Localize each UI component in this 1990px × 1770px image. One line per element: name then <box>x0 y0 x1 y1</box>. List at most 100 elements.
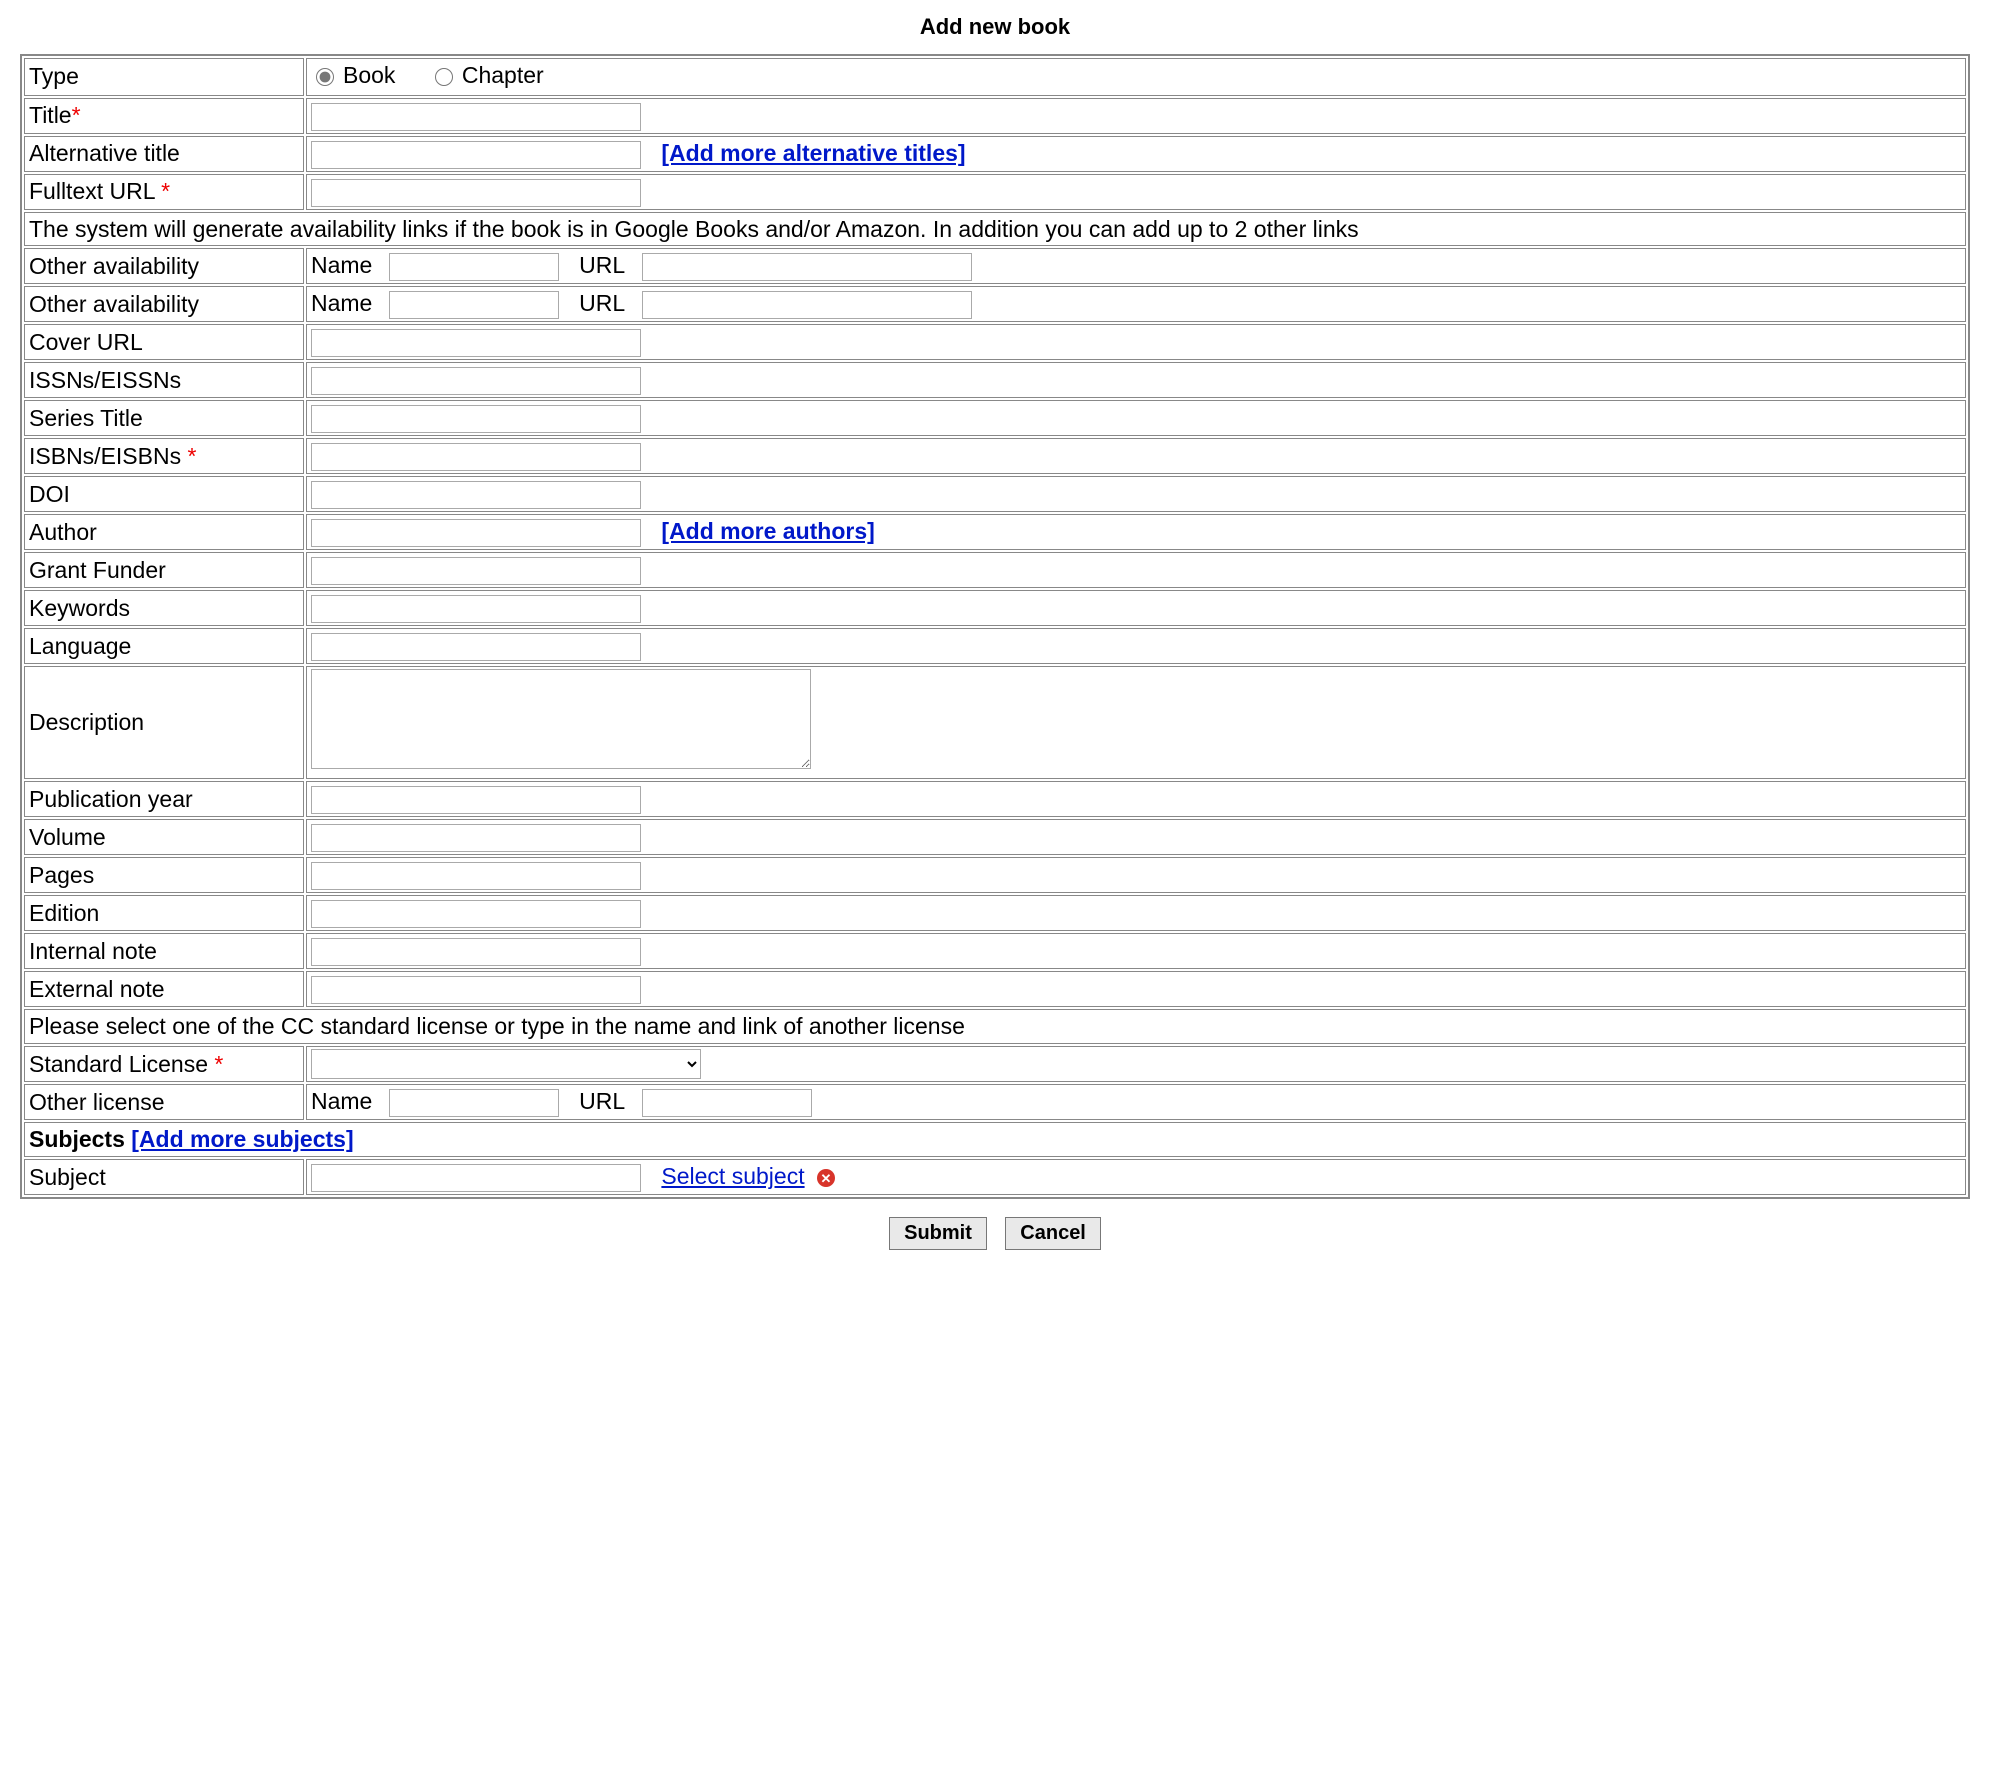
add-book-form-table: Type Book Chapter Title* Alternative tit… <box>20 54 1970 1199</box>
label-standard-license-text: Standard License <box>29 1051 208 1077</box>
select-subject-link[interactable]: Select subject <box>661 1163 804 1189</box>
label-name: Name <box>311 290 372 316</box>
cancel-button[interactable]: Cancel <box>1005 1217 1101 1250</box>
standard-license-select[interactable] <box>311 1049 701 1079</box>
cell-subject: Select subject ✕ <box>306 1159 1966 1195</box>
cell-keywords <box>306 590 1966 626</box>
title-input[interactable] <box>311 103 641 131</box>
series-title-input[interactable] <box>311 405 641 433</box>
submit-button[interactable]: Submit <box>889 1217 987 1250</box>
cell-title <box>306 98 1966 134</box>
cell-volume <box>306 819 1966 855</box>
type-radio-chapter[interactable] <box>435 68 453 86</box>
other-license-url-input[interactable] <box>642 1089 812 1117</box>
alt-title-input[interactable] <box>311 141 641 169</box>
description-textarea[interactable] <box>311 669 811 769</box>
cell-grant-funder <box>306 552 1966 588</box>
label-edition: Edition <box>24 895 304 931</box>
label-pub-year: Publication year <box>24 781 304 817</box>
add-authors-link[interactable]: [Add more authors] <box>661 518 874 544</box>
label-title-text: Title <box>29 102 72 128</box>
label-subject: Subject <box>24 1159 304 1195</box>
label-author: Author <box>24 514 304 550</box>
author-input[interactable] <box>311 519 641 547</box>
label-name: Name <box>311 1088 372 1114</box>
label-issns: ISSNs/EISSNs <box>24 362 304 398</box>
cell-language <box>306 628 1966 664</box>
grant-funder-input[interactable] <box>311 557 641 585</box>
label-keywords: Keywords <box>24 590 304 626</box>
label-series-title: Series Title <box>24 400 304 436</box>
label-fulltext-url-text: Fulltext URL <box>29 178 155 204</box>
label-external-note: External note <box>24 971 304 1007</box>
cell-standard-license <box>306 1046 1966 1083</box>
required-asterisk: * <box>72 102 81 128</box>
label-isbns: ISBNs/EISBNs * <box>24 438 304 474</box>
type-radio-chapter-wrap[interactable]: Chapter <box>430 61 544 90</box>
label-url: URL <box>579 252 625 278</box>
add-alt-titles-link[interactable]: [Add more alternative titles] <box>661 140 965 166</box>
label-cover-url: Cover URL <box>24 324 304 360</box>
delete-subject-icon[interactable]: ✕ <box>817 1169 835 1187</box>
external-note-input[interactable] <box>311 976 641 1004</box>
cell-description <box>306 666 1966 779</box>
type-radio-book-wrap[interactable]: Book <box>311 61 395 90</box>
label-alt-title: Alternative title <box>24 136 304 172</box>
label-internal-note: Internal note <box>24 933 304 969</box>
required-asterisk: * <box>188 443 197 469</box>
label-description: Description <box>24 666 304 779</box>
cell-type: Book Chapter <box>306 58 1966 96</box>
license-note: Please select one of the CC standard lic… <box>24 1009 1966 1044</box>
language-input[interactable] <box>311 633 641 661</box>
other-avail-2-url-input[interactable] <box>642 291 972 319</box>
label-type: Type <box>24 58 304 96</box>
volume-input[interactable] <box>311 824 641 852</box>
label-standard-license: Standard License * <box>24 1046 304 1083</box>
cell-edition <box>306 895 1966 931</box>
label-doi: DOI <box>24 476 304 512</box>
cell-issns <box>306 362 1966 398</box>
cover-url-input[interactable] <box>311 329 641 357</box>
label-grant-funder: Grant Funder <box>24 552 304 588</box>
fulltext-url-input[interactable] <box>311 179 641 207</box>
subjects-header: Subjects [Add more subjects] <box>24 1122 1966 1157</box>
cell-isbns <box>306 438 1966 474</box>
pub-year-input[interactable] <box>311 786 641 814</box>
isbns-input[interactable] <box>311 443 641 471</box>
issns-input[interactable] <box>311 367 641 395</box>
cell-other-availability-2: Name URL <box>306 286 1966 322</box>
cell-other-availability-1: Name URL <box>306 248 1966 284</box>
page-title: Add new book <box>20 14 1970 40</box>
label-url: URL <box>579 290 625 316</box>
other-license-name-input[interactable] <box>389 1089 559 1117</box>
cell-pages <box>306 857 1966 893</box>
cell-doi <box>306 476 1966 512</box>
other-avail-1-url-input[interactable] <box>642 253 972 281</box>
label-language: Language <box>24 628 304 664</box>
label-volume: Volume <box>24 819 304 855</box>
label-pages: Pages <box>24 857 304 893</box>
label-url: URL <box>579 1088 625 1114</box>
pages-input[interactable] <box>311 862 641 890</box>
availability-note: The system will generate availability li… <box>24 212 1966 247</box>
required-asterisk: * <box>161 178 170 204</box>
type-radio-book[interactable] <box>316 68 334 86</box>
other-avail-2-name-input[interactable] <box>389 291 559 319</box>
keywords-input[interactable] <box>311 595 641 623</box>
label-other-availability-1: Other availability <box>24 248 304 284</box>
type-radio-book-label: Book <box>343 61 395 90</box>
cell-other-license: Name URL <box>306 1084 1966 1120</box>
label-other-availability-2: Other availability <box>24 286 304 322</box>
button-row: Submit Cancel <box>20 1217 1970 1250</box>
required-asterisk: * <box>214 1051 223 1077</box>
internal-note-input[interactable] <box>311 938 641 966</box>
label-name: Name <box>311 252 372 278</box>
cell-cover-url <box>306 324 1966 360</box>
add-subjects-link[interactable]: [Add more subjects] <box>131 1126 353 1152</box>
other-avail-1-name-input[interactable] <box>389 253 559 281</box>
cell-fulltext-url <box>306 174 1966 210</box>
edition-input[interactable] <box>311 900 641 928</box>
doi-input[interactable] <box>311 481 641 509</box>
subject-input[interactable] <box>311 1164 641 1192</box>
label-fulltext-url: Fulltext URL * <box>24 174 304 210</box>
